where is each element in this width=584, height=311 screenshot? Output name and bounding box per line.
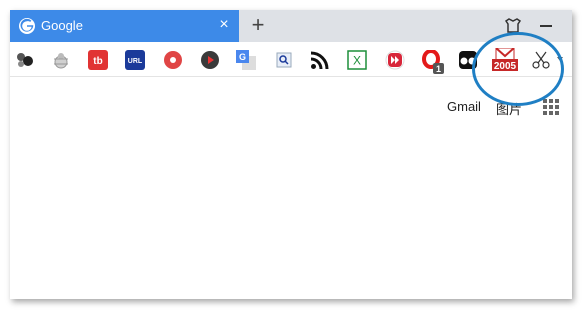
bug-ext-icon[interactable] — [51, 50, 71, 70]
minimize-button[interactable] — [540, 25, 552, 27]
gmail-link[interactable]: Gmail — [447, 99, 481, 114]
fast-forward-ext-icon[interactable] — [385, 50, 405, 70]
url-ext-label: URL — [128, 58, 143, 65]
page-content: Gmail 图片 — [10, 77, 572, 299]
tab-close-icon[interactable]: × — [216, 16, 232, 34]
apps-grid-icon[interactable] — [543, 99, 559, 115]
rss-ext-icon[interactable] — [310, 50, 330, 70]
opera-badge-count: 1 — [436, 64, 441, 74]
tab-strip: Google × + — [10, 10, 572, 42]
highlight-circle — [472, 32, 564, 106]
browser-window: Google × + tb URL G X 1 2005 Gmail 图片 — [10, 10, 572, 299]
tab-google[interactable]: Google × — [10, 10, 239, 42]
x-ext-label: X — [353, 54, 361, 68]
tb-ext-label: tb — [93, 56, 102, 67]
translate-ext-label: G — [239, 52, 246, 62]
record-ext-icon[interactable] — [163, 50, 183, 70]
x-ext-icon[interactable]: X — [347, 50, 367, 70]
magnifier-ext-icon[interactable] — [274, 50, 294, 70]
spheres-ext-icon[interactable] — [15, 50, 35, 70]
opera-badge-ext-icon[interactable]: 1 — [422, 50, 444, 74]
translate-ext-icon[interactable]: G — [236, 50, 256, 70]
tab-title: Google — [41, 18, 83, 33]
new-tab-button[interactable]: + — [248, 14, 268, 36]
tb-ext-icon[interactable]: tb — [88, 50, 108, 70]
url-ext-icon[interactable]: URL — [125, 50, 145, 70]
google-g-icon — [19, 18, 35, 34]
play-ext-icon[interactable] — [200, 50, 220, 70]
